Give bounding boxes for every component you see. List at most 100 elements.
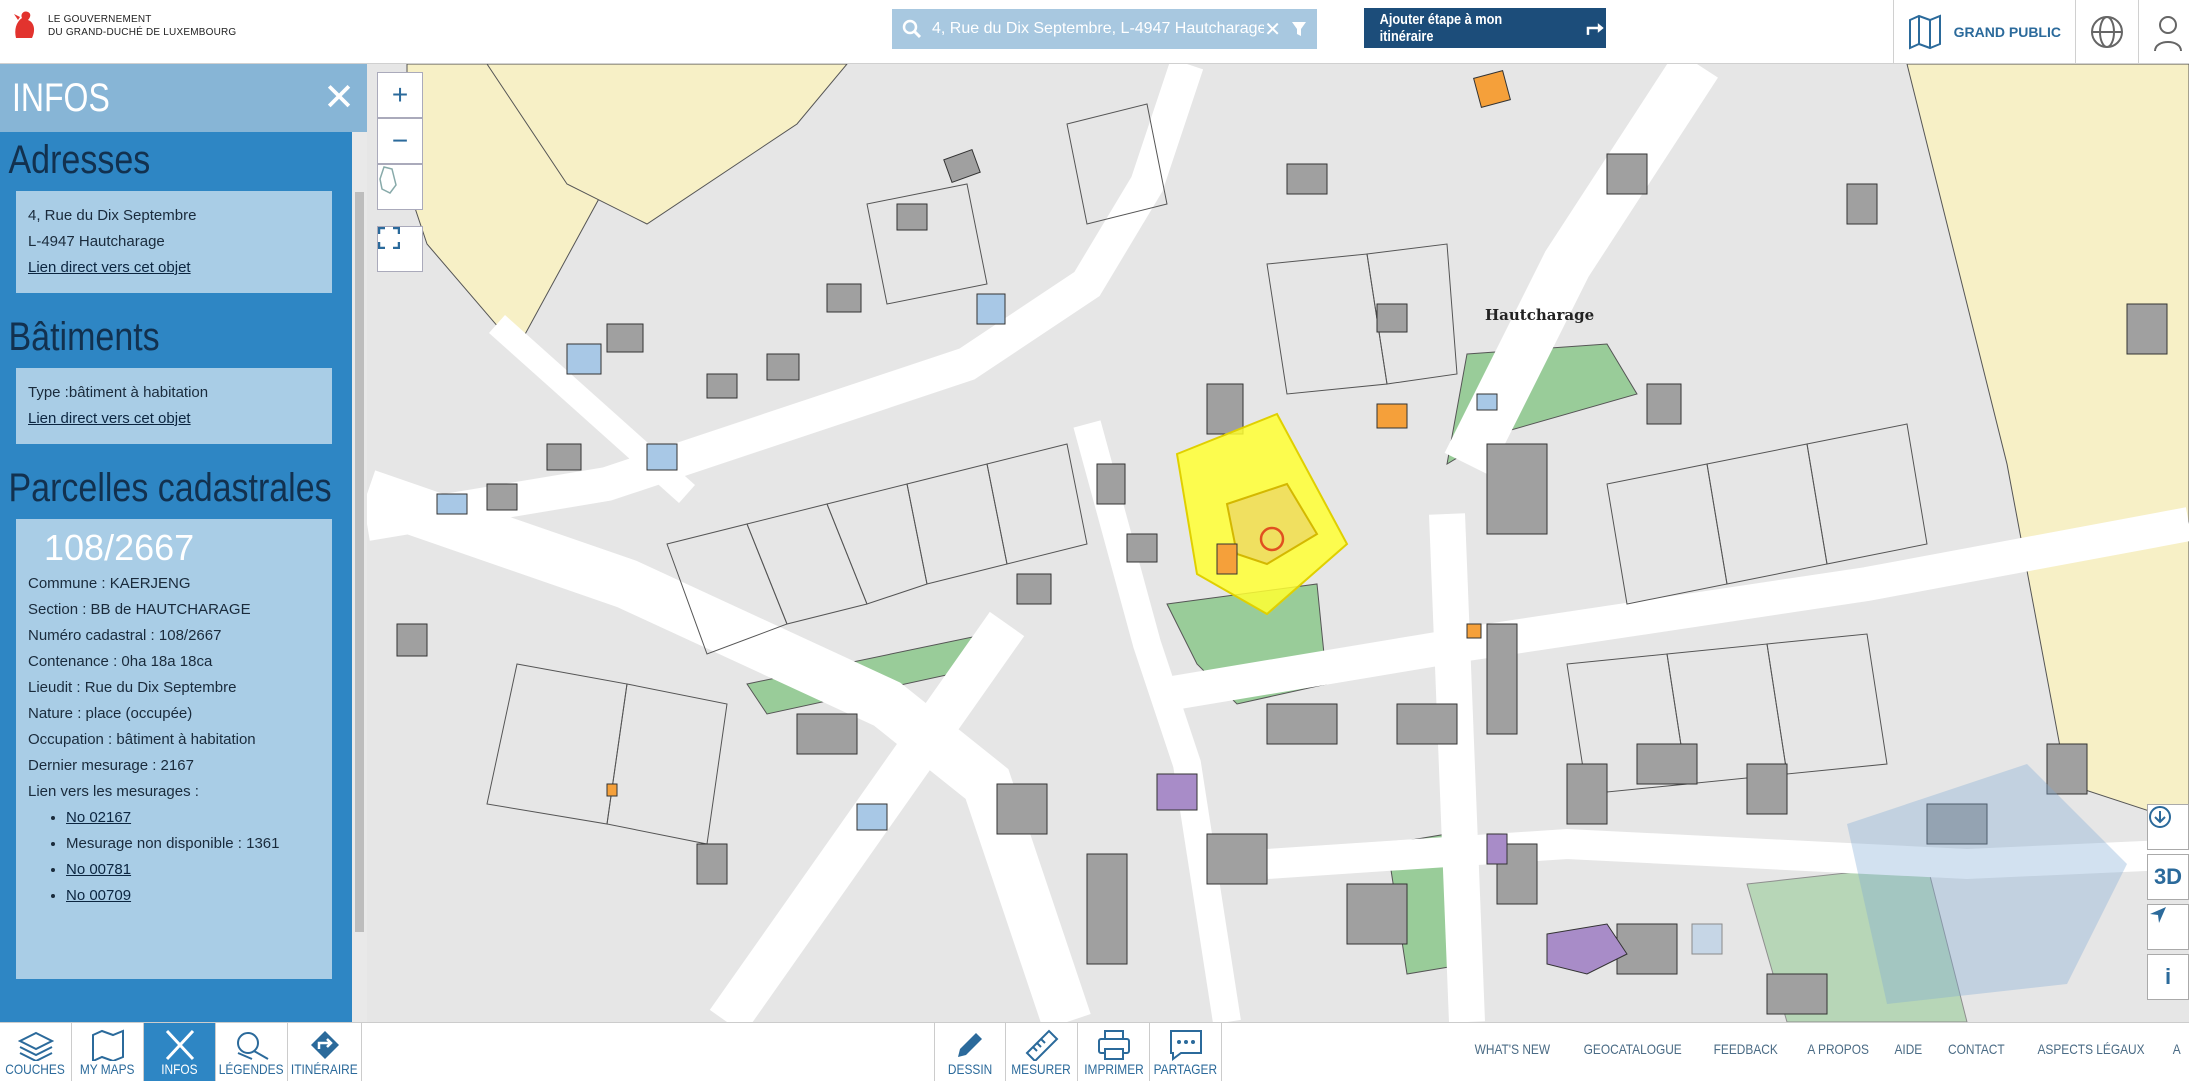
purple-building [1546,923,1628,975]
link-geocatalogue[interactable]: GEOCATALOGUE [1584,1041,1682,1057]
building-card: Type :bâtiment à habitation Lien direct … [16,368,332,444]
info-panel-content[interactable]: Adresses 4, Rue du Dix Septembre L-4947 … [0,132,352,1022]
tab-my-maps[interactable]: MY MAPS [72,1023,144,1081]
tool-dessin-label: DESSIN [947,1061,993,1077]
logo-line2: DU GRAND-DUCHÉ DE LUXEMBOURG [48,27,237,38]
zoom-in-button[interactable]: + [377,72,423,118]
building [766,353,800,381]
mesurage-link[interactable]: No 00709 [66,887,131,904]
parcel-commune: Commune : KAERJENG [28,575,191,592]
building [1766,973,1828,1015]
luxembourg-outline-icon [379,166,397,194]
building [696,843,728,885]
building [396,623,428,657]
tool-dessin[interactable]: DESSIN [934,1023,1006,1081]
tool-partager[interactable]: PARTAGER [1150,1023,1222,1081]
annex [1476,393,1498,411]
parcel-line [746,503,868,625]
building [1266,703,1338,745]
scrollbar-thumb[interactable] [355,192,364,932]
fullscreen-button[interactable] [377,226,423,272]
add-itinerary-label: Ajouter étape à mon itinéraire [1379,11,1503,45]
building [1486,623,1518,735]
link-a-propos[interactable]: A PROPOS [1807,1041,1869,1057]
link-whats-new[interactable]: WHAT'S NEW [1475,1041,1550,1057]
parcel-dernier-mesurage: Dernier mesurage : 2167 [28,757,194,774]
mesurage-link[interactable]: No 00781 [66,861,131,878]
tab-my-maps-label: MY MAPS [80,1061,135,1077]
tab-legendes-label: LÉGENDES [219,1061,284,1077]
parcel-card: 108/2667 Commune : KAERJENG Section : BB… [16,519,332,979]
map-book-icon [1908,14,1941,50]
tab-legendes[interactable]: LÉGENDES [216,1023,288,1081]
parcel-lieudit: Lieudit : Rue du Dix Septembre [28,679,237,696]
building [546,443,582,471]
annex [646,443,678,471]
lion-icon [14,11,35,38]
grand-public-selector[interactable]: GRAND PUBLIC [1892,0,2075,64]
navigation-arrow-icon [2150,907,2166,923]
orange-building [1473,70,1511,108]
parcel-nature: Nature : place (occupée) [28,705,193,722]
purple-building [1156,773,1198,811]
user-icon [2154,16,2182,51]
building [1096,463,1126,505]
tool-imprimer[interactable]: IMPRIMER [1078,1023,1150,1081]
building [2046,743,2088,795]
add-itinerary-button[interactable]: Ajouter étape à mon itinéraire [1364,8,1606,48]
layers-icon [17,1031,54,1061]
globe-icon [2091,16,2123,48]
tool-mesurer[interactable]: MESURER [1006,1023,1078,1081]
zoom-in-label: + [391,79,409,110]
parcel-numero: Numéro cadastral : 108/2667 [28,627,222,644]
info-button[interactable]: i [2147,954,2189,1000]
scrollbar[interactable] [352,132,367,1022]
mesurage-link[interactable]: No 02167 [66,809,131,826]
tab-infos-label: INFOS [161,1061,198,1077]
search-input[interactable] [922,9,1265,49]
link-aide[interactable]: AIDE [1895,1041,1923,1057]
geolocate-button[interactable] [2147,904,2189,950]
header: LE GOUVERNEMENT DU GRAND-DUCHÉ DE LUXEMB… [0,0,2189,64]
link-contact[interactable]: CONTACT [1948,1041,2005,1057]
tab-itineraire[interactable]: ITINÉRAIRE [288,1023,362,1081]
annex [976,293,1006,325]
link-feedback[interactable]: FEEDBACK [1714,1041,1778,1057]
annex [566,343,602,375]
country-outline-button[interactable] [377,164,423,210]
search-bar[interactable]: ✕ [892,9,1317,49]
address-direct-link[interactable]: Lien direct vers cet objet [28,259,191,276]
map-canvas[interactable]: Hautcharage + − 3D i [367,64,2189,1022]
road [367,470,1091,1022]
pencil-icon [958,1033,982,1057]
link-truncated[interactable]: A [2172,1041,2180,1057]
route-icon [310,1031,339,1059]
3d-button[interactable]: 3D [2147,854,2189,900]
user-button[interactable] [2138,0,2189,64]
close-icon[interactable]: ✕ [323,79,355,117]
download-button[interactable] [2147,804,2189,850]
building [706,373,738,399]
language-button[interactable] [2075,0,2138,64]
tab-couches[interactable]: COUCHES [0,1023,72,1081]
fullscreen-icon [378,227,400,249]
link-aspects-legaux[interactable]: ASPECTS LÉGAUX [2037,1041,2144,1057]
annex [856,803,888,831]
clear-icon[interactable]: ✕ [1264,17,1281,42]
building [2126,303,2168,355]
government-logo[interactable]: LE GOUVERNEMENT DU GRAND-DUCHÉ DE LUXEMB… [10,8,236,44]
building [1206,383,1244,435]
tab-infos[interactable]: INFOS [144,1023,216,1081]
filter-icon[interactable] [1291,21,1307,37]
annex [1691,923,1723,955]
building-direct-link[interactable]: Lien direct vers cet objet [28,410,191,427]
close-icon [165,1029,194,1061]
zoom-out-button[interactable]: − [377,118,423,164]
info-panel: INFOS ✕ Adresses 4, Rue du Dix Septembre… [0,64,367,1022]
address-line2: L-4947 Hautcharage [28,233,165,250]
tool-mesurer-label: MESURER [1011,1061,1072,1077]
parcel-id: 108/2667 [44,527,195,568]
watermark-logo [1847,764,2127,1004]
building [1206,833,1268,885]
orange-building [606,783,618,797]
